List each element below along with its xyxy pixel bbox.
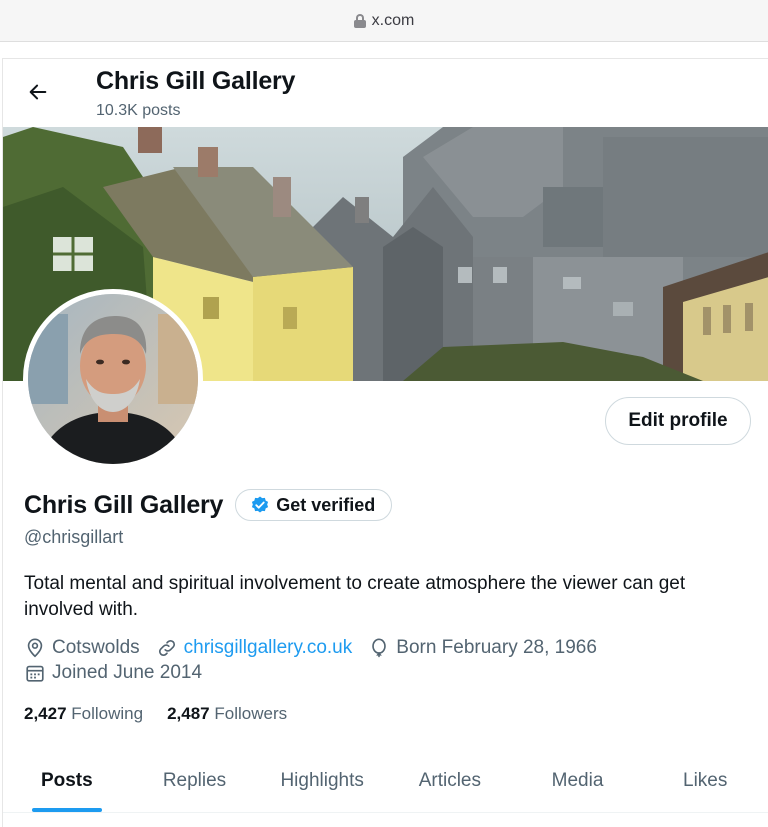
tab-replies[interactable]: Replies [131, 749, 259, 812]
tab-likes[interactable]: Likes [641, 749, 768, 812]
profile-bio: Total mental and spiritual involvement t… [24, 573, 686, 620]
location-text: Cotswolds [52, 637, 140, 658]
arrow-left-icon [29, 84, 47, 100]
location-pin-icon [27, 638, 43, 658]
tab-label: Media [551, 769, 604, 791]
url-text: x.com [371, 11, 415, 29]
tab-label: Posts [40, 769, 93, 791]
website[interactable]: chrisgillgallery.co.uk [156, 637, 353, 659]
lock-icon [353, 13, 366, 28]
get-verified-button[interactable]: Get verified [235, 489, 393, 521]
profile-name: Chris Gill Gallery [24, 490, 224, 519]
get-verified-label: Get verified [276, 494, 376, 515]
following-label: Following [71, 704, 144, 723]
profile-meta-row-1: Cotswolds chrisgillgallery.co.uk Born Fe… [24, 637, 613, 659]
profile-tabs: Posts Replies Highlights Articles Media … [3, 749, 768, 813]
tab-media[interactable]: Media [514, 749, 642, 812]
address[interactable]: x.com [353, 11, 415, 30]
tab-posts[interactable]: Posts [3, 749, 131, 812]
following-count: 2,427 [24, 704, 67, 723]
active-tab-indicator [31, 808, 102, 812]
name-row: Chris Gill Gallery Get verified [24, 489, 393, 521]
birthday-text: Born February 28, 1966 [396, 637, 597, 658]
tab-highlights[interactable]: Highlights [258, 749, 386, 812]
link-icon [158, 639, 175, 657]
avatar[interactable] [23, 289, 203, 469]
profile-handle: @chrisgillart [24, 527, 124, 547]
edit-profile-button[interactable]: Edit profile [605, 397, 751, 445]
verified-badge-icon [252, 496, 269, 513]
website-link[interactable]: chrisgillgallery.co.uk [184, 637, 353, 659]
followers-label: Followers [214, 704, 288, 723]
header-title: Chris Gill Gallery [96, 67, 296, 95]
tab-label: Likes [683, 769, 728, 791]
follow-stats: 2,427 Following 2,487 Followers [24, 704, 311, 724]
joined-text: Joined June 2014 [52, 662, 203, 683]
tab-label: Replies [162, 769, 227, 791]
location: Cotswolds [24, 637, 140, 659]
followers-count: 2,487 [167, 704, 210, 723]
joined: Joined June 2014 [24, 662, 202, 684]
tab-articles[interactable]: Articles [386, 749, 514, 812]
profile-header: Chris Gill Gallery 10.3K posts [3, 59, 768, 127]
calendar-icon [26, 665, 44, 682]
browser-url-bar[interactable]: x.com [0, 0, 768, 42]
profile-meta-row-2: Joined June 2014 [24, 662, 218, 684]
followers-link[interactable]: 2,487 Followers [167, 704, 287, 724]
birthday: Born February 28, 1966 [368, 637, 597, 659]
tab-label: Articles [418, 769, 481, 791]
balloon-icon [372, 638, 387, 658]
profile-page: Chris Gill Gallery 10.3K posts Edit prof… [2, 58, 768, 827]
following-link[interactable]: 2,427 Following [24, 704, 143, 724]
back-button[interactable] [21, 75, 55, 109]
tab-label: Highlights [280, 769, 364, 791]
posts-count: 10.3K posts [96, 102, 181, 119]
